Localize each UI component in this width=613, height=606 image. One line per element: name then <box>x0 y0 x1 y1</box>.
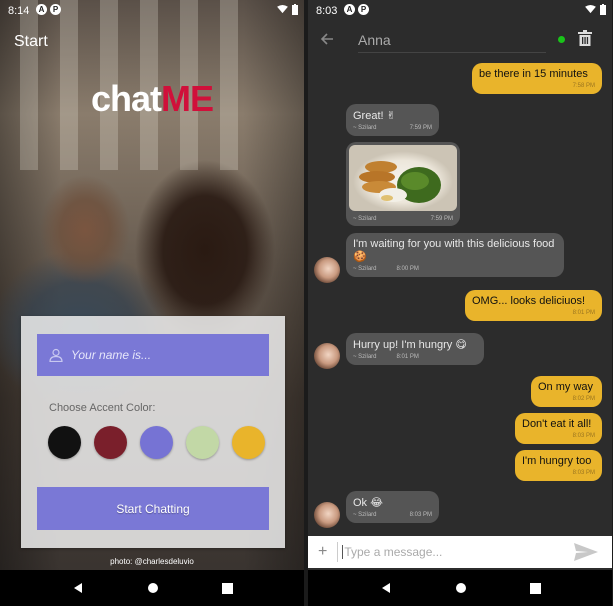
status-time: 8:03 <box>316 5 338 17</box>
contact-name: Anna <box>358 32 546 53</box>
composer-divider <box>337 542 339 562</box>
trash-icon[interactable] <box>578 30 592 46</box>
message-bubble-outgoing[interactable]: Don't eat it all! 8:03 PM <box>515 413 602 444</box>
send-icon[interactable] <box>574 543 598 561</box>
message-input[interactable]: Type a message... <box>344 545 442 559</box>
message-time: 7:58 PM <box>572 83 595 89</box>
message-composer: + Type a message... <box>308 536 612 568</box>
text-caret <box>342 545 344 559</box>
message-bubble-incoming[interactable]: Great! ✌ ~ Szilard 7:59 PM <box>346 104 439 136</box>
back-nav-icon[interactable] <box>72 582 84 594</box>
android-notification-icon: A <box>36 4 47 15</box>
message-time: 8:01 PM <box>396 354 419 360</box>
home-nav-icon[interactable] <box>455 582 467 594</box>
message-sender: ~ Szilard <box>353 125 377 131</box>
p-notification-icon: P <box>50 4 61 15</box>
online-status-dot <box>558 36 565 43</box>
message-text: Don't eat it all! <box>522 418 592 430</box>
wifi-icon <box>277 5 288 14</box>
message-time: 8:03 PM <box>572 470 595 476</box>
message-sender: ~ Szilard <box>353 216 377 222</box>
message-text: Great! ✌ <box>353 110 396 122</box>
recents-nav-icon[interactable] <box>221 582 233 594</box>
name-placeholder: Your name is... <box>71 348 152 362</box>
chat-header: Anna <box>308 22 612 58</box>
app-logo: chatME <box>90 78 214 119</box>
message-bubble-incoming[interactable]: I'm waiting for you with this delicious … <box>346 233 564 277</box>
battery-icon <box>292 4 298 15</box>
home-nav-icon[interactable] <box>147 582 159 594</box>
message-bubble-image[interactable]: ~ Szilard 7:59 PM <box>346 142 460 226</box>
recents-nav-icon[interactable] <box>529 582 541 594</box>
message-time: 8:03 PM <box>572 433 595 439</box>
accent-color-swatch-4[interactable] <box>186 426 219 459</box>
accent-color-swatch-3[interactable] <box>140 426 173 459</box>
back-arrow-icon[interactable] <box>320 32 334 46</box>
status-bar: 8:14 A P <box>0 0 304 22</box>
message-text: I'm waiting for you with this delicious … <box>353 238 555 263</box>
message-time: 7:59 PM <box>430 216 453 222</box>
message-sender: ~ Szilard <box>353 512 377 518</box>
message-text: be there in 15 minutes <box>479 68 588 80</box>
accent-color-picker <box>48 426 265 459</box>
message-bubble-incoming[interactable]: Ok 😂 ~ Szilard 8:03 PM <box>346 491 439 523</box>
message-time: 8:01 PM <box>572 310 595 316</box>
screen-title: Start <box>14 33 48 50</box>
p-notification-icon: P <box>358 4 369 15</box>
accent-color-swatch-1[interactable] <box>48 426 81 459</box>
message-bubble-outgoing[interactable]: be there in 15 minutes 7:58 PM <box>472 63 602 94</box>
navigation-bar <box>0 570 304 606</box>
start-screen: 8:14 A P Start chatME Your name is... Ch… <box>0 0 304 606</box>
message-text: OMG... looks deliciuos! <box>472 295 586 307</box>
status-bar: 8:03 A P <box>308 0 612 22</box>
food-illustration <box>359 161 441 203</box>
message-text: I'm hungry too <box>522 455 592 467</box>
chat-screen: 8:03 A P Anna be there in 15 minutes 7:5… <box>308 0 612 606</box>
plus-icon[interactable]: + <box>318 543 327 561</box>
message-bubble-outgoing[interactable]: On my way 8:02 PM <box>531 376 602 407</box>
message-sender: ~ Szilard <box>353 354 377 360</box>
person-icon <box>49 348 63 362</box>
navigation-bar <box>308 570 612 606</box>
android-notification-icon: A <box>344 4 355 15</box>
accent-color-swatch-2[interactable] <box>94 426 127 459</box>
start-form-card: Your name is... Choose Accent Color: Sta… <box>21 316 285 548</box>
status-time: 8:14 <box>8 5 30 17</box>
message-time: 8:00 PM <box>396 266 419 272</box>
message-text: On my way <box>538 381 594 393</box>
message-bubble-outgoing[interactable]: I'm hungry too 8:03 PM <box>515 450 602 481</box>
back-nav-icon[interactable] <box>380 582 392 594</box>
message-text: Ok 😂 <box>353 497 383 509</box>
wifi-icon <box>585 5 596 14</box>
message-bubble-incoming[interactable]: Hurry up! I'm hungry 😋 ~ Szilard 8:01 PM <box>346 333 484 365</box>
contact-avatar <box>314 257 340 283</box>
message-time: 7:59 PM <box>409 125 432 131</box>
contact-avatar <box>314 343 340 369</box>
contact-avatar <box>314 502 340 528</box>
battery-icon <box>600 4 606 15</box>
start-chatting-button[interactable]: Start Chatting <box>37 487 269 530</box>
message-sender: ~ Szilard <box>353 266 377 272</box>
accent-color-swatch-5[interactable] <box>232 426 265 459</box>
message-time: 8:02 PM <box>572 396 595 402</box>
photo-credit: photo: @charlesdeluvio <box>110 557 194 566</box>
message-time: 8:03 PM <box>409 512 432 518</box>
name-input[interactable]: Your name is... <box>37 334 269 376</box>
food-photo[interactable] <box>349 145 457 211</box>
message-text: Hurry up! I'm hungry 😋 <box>353 339 467 351</box>
message-bubble-outgoing[interactable]: OMG... looks deliciuos! 8:01 PM <box>465 290 602 321</box>
accent-color-label: Choose Accent Color: <box>49 402 156 414</box>
